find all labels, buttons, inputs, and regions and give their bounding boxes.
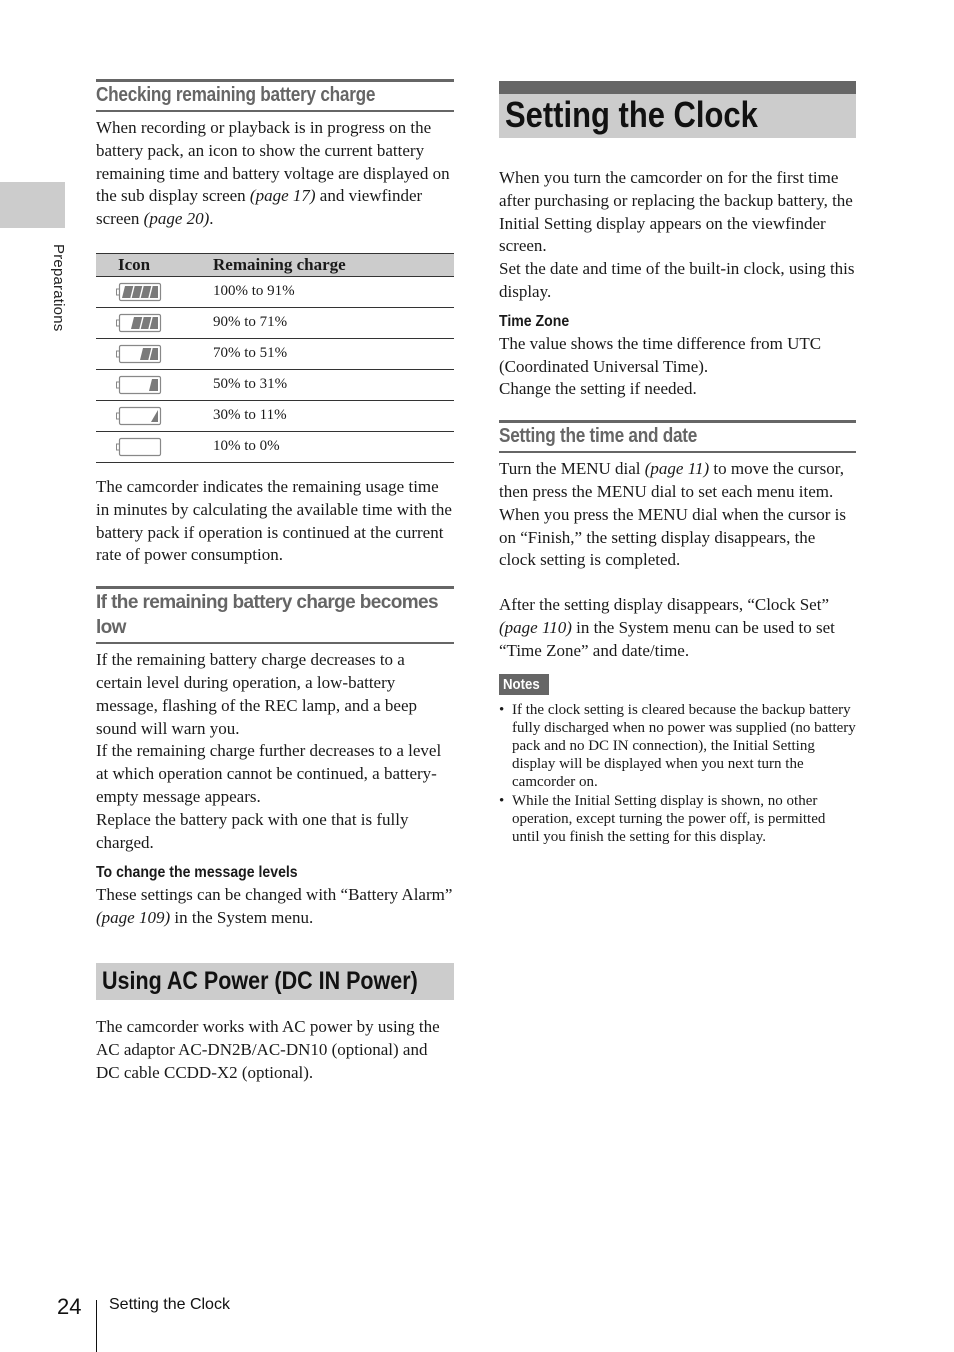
battery-empty-icon xyxy=(116,437,162,457)
battery-1-bar-icon xyxy=(116,375,162,395)
message-levels-text: These settings can be changed with “Batt… xyxy=(96,885,453,928)
low-battery-paragraph-2: If the remaining charge further decrease… xyxy=(96,741,442,806)
section-tab-label: Preparations xyxy=(50,244,67,332)
checking-intro: When recording or playback is in progres… xyxy=(96,118,450,229)
page-number: 24 xyxy=(57,1294,82,1319)
page-ref-109: (page 109) xyxy=(96,908,171,928)
table-row: 50% to 31% xyxy=(96,369,454,401)
time-zone-text-1: The value shows the time difference from… xyxy=(499,333,822,376)
time-date-paragraph-1: Turn the MENU dial (page 11) to move the… xyxy=(499,459,847,570)
left-column: Checking remaining battery charge When r… xyxy=(96,79,454,1084)
notes-list: If the clock setting is cleared because … xyxy=(499,701,856,847)
ac-power-text: The camcorder works with AC power by usi… xyxy=(96,1016,440,1082)
heading-time-and-date: Setting the time and date xyxy=(499,420,856,454)
page-ref-11: (page 11) xyxy=(644,459,710,479)
footer-section-title: Setting the Clock xyxy=(109,1296,230,1313)
table-row: 30% to 11% xyxy=(96,400,454,432)
time-zone-text-2: Change the setting if needed. xyxy=(499,379,697,399)
clock-intro-2: Set the date and time of the built-in cl… xyxy=(499,259,855,301)
notes-badge: Notes xyxy=(499,673,549,695)
page-ref-20: (page 20) xyxy=(143,209,210,229)
battery-2-bars-icon xyxy=(116,344,162,364)
remaining-charge-cell: 30% to 11% xyxy=(213,400,454,432)
heading-battery-low: If the remaining battery charge becomes … xyxy=(96,586,454,645)
table-row: 90% to 71% xyxy=(96,307,454,339)
battery-3-bars-icon xyxy=(116,313,162,333)
remaining-charge-cell: 10% to 0% xyxy=(213,431,454,463)
subheading-time-zone: Time Zone xyxy=(499,312,570,330)
icon-cell xyxy=(96,307,213,339)
footer-divider xyxy=(96,1300,97,1352)
remaining-charge-cell: 100% to 91% xyxy=(213,276,454,308)
usage-time-text: The camcorder indicates the remaining us… xyxy=(96,476,452,565)
heading-checking-battery: Checking remaining battery charge xyxy=(96,79,454,112)
time-date-paragraph-2: After the setting display disappears, “C… xyxy=(499,595,835,660)
low-battery-paragraph-1: If the remaining battery charge decrease… xyxy=(96,650,418,738)
table-header-row: Icon Remaining charge xyxy=(96,252,454,277)
notes-section: Notes If the clock setting is cleared be… xyxy=(499,673,856,847)
page-ref-110: (page 110) xyxy=(499,617,572,637)
remaining-charge-cell: 90% to 71% xyxy=(213,307,454,339)
right-column: Setting the Clock When you turn the camc… xyxy=(499,81,856,846)
low-battery-paragraph-3: Replace the battery pack with one that i… xyxy=(96,809,409,852)
note-item: If the clock setting is cleared because … xyxy=(499,701,856,792)
remaining-charge-cell: 70% to 51% xyxy=(213,338,454,370)
battery-low-icon xyxy=(116,406,162,426)
icon-cell xyxy=(96,338,213,370)
table-row: 10% to 0% xyxy=(96,431,454,463)
section-tab-marker xyxy=(0,182,65,228)
icon-cell xyxy=(96,369,213,401)
page-ref-17: (page 17) xyxy=(249,186,316,206)
table-row: 100% to 91% xyxy=(96,276,454,308)
section-title-ac-power: Using AC Power (DC IN Power) xyxy=(96,962,454,1000)
page-title: Setting the Clock xyxy=(499,81,856,138)
subheading-message-levels: To change the message levels xyxy=(96,864,298,882)
table-row: 70% to 51% xyxy=(96,338,454,370)
remaining-charge-cell: 50% to 31% xyxy=(213,369,454,401)
battery-4-bars-icon xyxy=(116,282,162,302)
column-header-remaining: Remaining charge xyxy=(213,252,454,277)
clock-intro-1: When you turn the camcorder on for the f… xyxy=(499,168,853,256)
icon-cell xyxy=(96,276,213,308)
icon-cell xyxy=(96,400,213,432)
column-header-icon: Icon xyxy=(96,252,213,277)
battery-charge-table: Icon Remaining charge 100% to 91% 90% to … xyxy=(96,252,454,463)
note-item: While the Initial Setting display is sho… xyxy=(499,792,856,847)
icon-cell xyxy=(96,431,213,463)
